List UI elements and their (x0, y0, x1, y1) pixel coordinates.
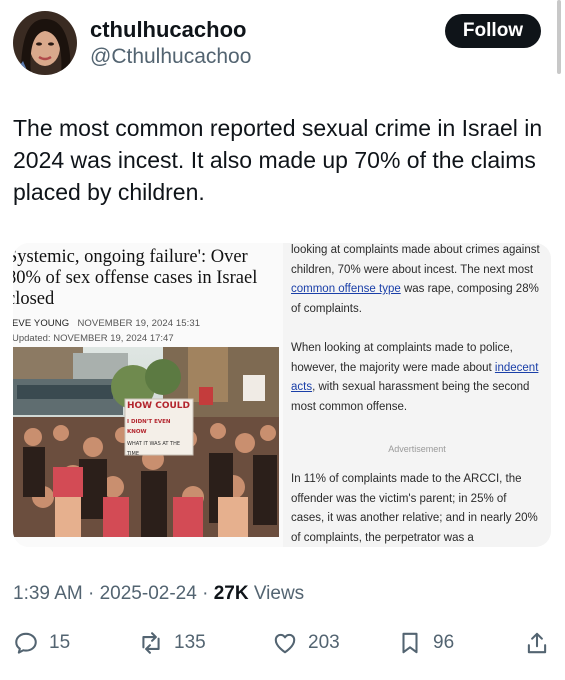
meta-separator: · (88, 583, 95, 604)
article-updated: Updated: NOVEMBER 19, 2024 17:47 (13, 333, 174, 344)
protest-photo: HOW COULD I DIDN'T EVEN KNOW WHAT IT WAS… (13, 347, 279, 537)
user-handle[interactable]: @Cthulhucachoo (90, 44, 251, 70)
bookmark-count: 96 (433, 632, 455, 653)
article-paragraph-3: In 11% of complaints made to the ARCCI, … (291, 473, 538, 544)
views-count: 27K (213, 583, 249, 604)
article-right-panel: looking at complaints made about crimes … (283, 243, 551, 547)
advertisement-label: Advertisement (388, 444, 446, 454)
sign-text-1: HOW COULD (127, 401, 191, 411)
meta-separator: · (202, 583, 209, 604)
follow-button[interactable]: Follow (445, 14, 541, 48)
article-date: NOVEMBER 19, 2024 15:31 (77, 318, 201, 329)
tweet-time[interactable]: 1:39 AM (13, 583, 83, 604)
article-updated-date: NOVEMBER 19, 2024 17:47 (53, 333, 174, 344)
tweet-media-image[interactable]: Systemic, ongoing failure': Over 80% of … (13, 243, 551, 547)
article-headline: Systemic, ongoing failure': Over 80% of … (13, 247, 258, 309)
avatar[interactable] (13, 11, 77, 75)
protest-sign: HOW COULD I DIDN'T EVEN KNOW WHAT IT WAS… (127, 401, 191, 459)
share-button[interactable] (524, 628, 550, 658)
tweet-header: cthulhucachoo @Cthulhucachoo Follow (13, 11, 543, 77)
para2-text-a: When looking at complaints made to polic… (291, 342, 513, 374)
like-button[interactable]: 203 (272, 628, 340, 658)
sign-text-2: I DIDN'T EVEN KNOW (127, 419, 171, 435)
reply-count: 15 (49, 632, 71, 653)
article-author: EVE YOUNG (13, 318, 70, 329)
sign-text-3: WHAT IT WAS AT THE TIME (127, 441, 181, 457)
para1-text-a: looking at complaints made about crimes … (291, 244, 540, 276)
heart-icon (274, 633, 296, 654)
page-scrollbar[interactable] (557, 0, 561, 74)
article-paragraph-2: When looking at complaints made to polic… (291, 339, 541, 417)
bookmark-icon (402, 632, 418, 654)
tweet-meta: 1:39 AM · 2025-02-24 · 27K Views (13, 582, 304, 606)
para2-text-b: , with sexual harassment being the secon… (291, 381, 530, 413)
article-byline: EVE YOUNG NOVEMBER 19, 2024 15:31 (13, 318, 200, 329)
common-offense-type-link[interactable]: common offense type (291, 283, 401, 295)
article-paragraph-1: looking at complaints made about crimes … (291, 243, 541, 319)
reply-icon (15, 632, 37, 654)
tweet-date[interactable]: 2025-02-24 (100, 583, 197, 604)
views-label: Views (253, 583, 305, 604)
reply-button[interactable]: 15 (13, 628, 70, 658)
article-left-panel: Systemic, ongoing failure': Over 80% of … (13, 243, 283, 547)
article-updated-label: Updated: (13, 333, 51, 344)
tweet-text: The most common reported sexual crime in… (13, 115, 543, 205)
display-name[interactable]: cthulhucachoo (90, 17, 246, 43)
repost-button[interactable]: 135 (138, 628, 206, 658)
like-count: 203 (308, 632, 340, 653)
repost-icon (142, 632, 160, 654)
tweet-actions: 15 135 203 96 (13, 628, 551, 658)
bookmark-button[interactable]: 96 (397, 628, 454, 658)
share-icon (527, 632, 547, 654)
repost-count: 135 (174, 632, 206, 653)
